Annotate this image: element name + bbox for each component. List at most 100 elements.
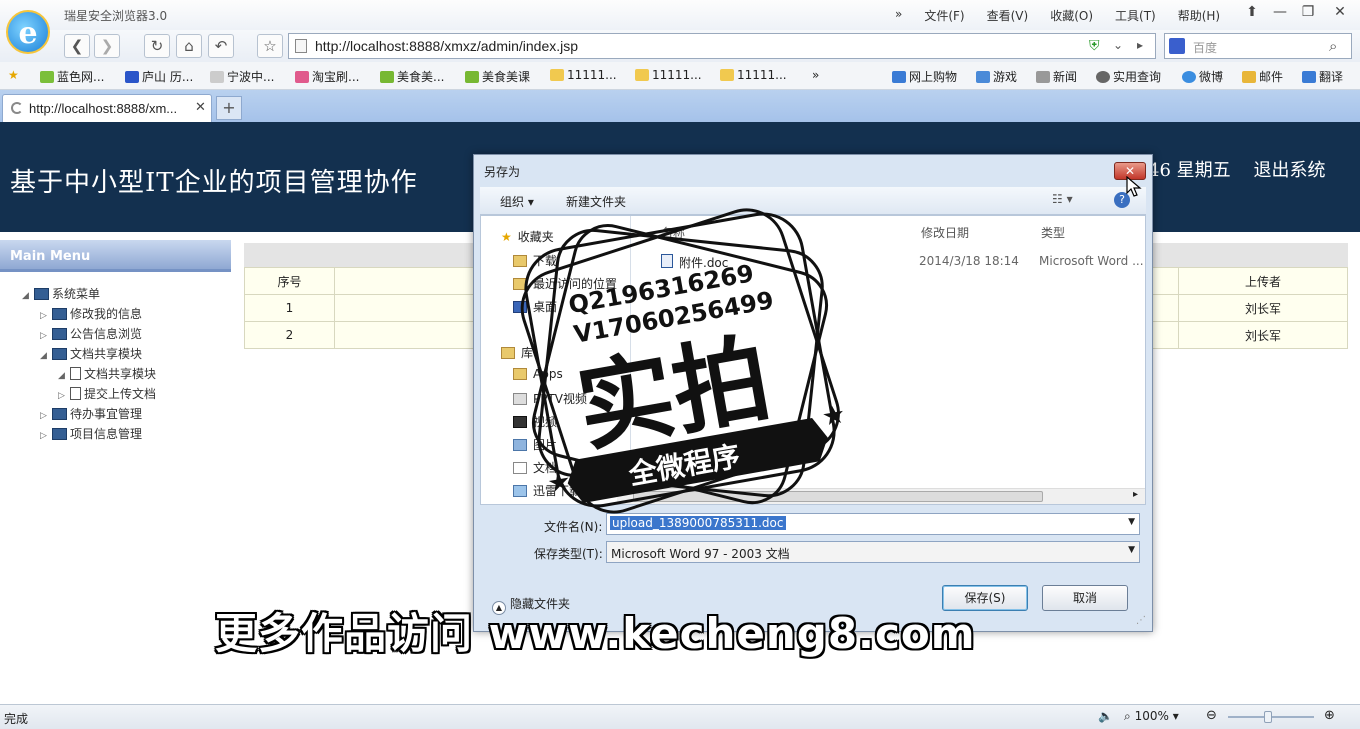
mouse-cursor-icon	[1126, 176, 1142, 197]
col-index-header: 序号	[244, 267, 335, 295]
new-tab-button[interactable]: +	[216, 96, 242, 120]
bookmark-shopping[interactable]: 网上购物	[892, 68, 957, 85]
bookmark-games[interactable]: 游戏	[976, 68, 1017, 85]
menu-view[interactable]: 查看(V)	[987, 7, 1029, 24]
shield-icon: ⛨	[1089, 38, 1100, 54]
tree-item-todo[interactable]: ▷ 待办事宜管理	[40, 405, 142, 422]
column-type[interactable]: 类型	[1041, 224, 1065, 241]
logout-link[interactable]: 退出系统	[1254, 160, 1326, 181]
folder-icon	[34, 288, 49, 300]
favorites-star-icon[interactable]: ★	[8, 68, 19, 82]
bookmark-item[interactable]: 蓝色网...	[40, 68, 104, 85]
address-bar[interactable]: http://localhost:8888/xmxz/admin/index.j…	[288, 33, 1156, 59]
dialog-title: 另存为	[484, 165, 521, 179]
bookmark-item[interactable]: 11111...	[550, 68, 617, 82]
view-options-icon[interactable]: ☷ ▾	[1052, 192, 1073, 206]
tree-item-projects[interactable]: ▷ 项目信息管理	[40, 425, 142, 442]
more-bookmarks-icon[interactable]: »	[812, 68, 819, 82]
search-box[interactable]: 百度 ⌕	[1164, 33, 1352, 59]
tab-active[interactable]: http://localhost:8888/xm... ✕	[2, 94, 212, 122]
dropdown-icon[interactable]: ⌄	[1113, 38, 1123, 52]
close-window-button[interactable]: ✕	[1328, 3, 1352, 23]
scroll-right-icon[interactable]: ▸	[1133, 489, 1138, 500]
folder-icon	[52, 348, 67, 360]
page-title: 基于中小型IT企业的项目管理协作	[10, 168, 418, 198]
search-placeholder: 百度	[1193, 41, 1218, 55]
cancel-button[interactable]: 取消	[1042, 585, 1128, 611]
bookmark-item[interactable]: 11111...	[720, 68, 787, 82]
bookmark-item[interactable]: 淘宝刷...	[295, 68, 359, 85]
zoom-icon: ⌕	[1124, 709, 1131, 723]
tree-item-my-info[interactable]: ▷ 修改我的信息	[40, 305, 142, 322]
baidu-icon	[1169, 38, 1185, 54]
menu-help[interactable]: 帮助(H)	[1178, 7, 1220, 24]
favorite-star-button[interactable]: ☆	[257, 34, 283, 58]
menu-favorites[interactable]: 收藏(O)	[1050, 7, 1093, 24]
search-icon[interactable]: ⌕	[1329, 37, 1337, 55]
resize-grip-icon[interactable]: ⋰	[1136, 615, 1146, 626]
zoom-out-button[interactable]: ⊖	[1206, 708, 1217, 723]
undo-icon: ↶	[214, 37, 228, 55]
menu-bar: » 文件(F) 查看(V) 收藏(O) 工具(T) 帮助(H)	[895, 7, 1242, 24]
bookmark-mail[interactable]: 邮件	[1242, 68, 1283, 85]
chevron-left-icon: ❮	[70, 37, 84, 55]
chevron-down-icon[interactable]: ▼	[1128, 545, 1135, 555]
tree-item-upload-doc[interactable]: ▷ 提交上传文档	[58, 385, 156, 402]
main-menu-title: Main Menu	[10, 249, 91, 264]
pin-icon[interactable]: ⬆	[1240, 3, 1264, 23]
zoom-in-button[interactable]: ⊕	[1324, 708, 1335, 723]
status-bar: 完成 🔈 ⌕ 100% ▾ ⊖ ⊕	[0, 704, 1360, 729]
bookmark-news[interactable]: 新闻	[1036, 68, 1077, 85]
header-date: 46 星期五 退出系统	[1148, 160, 1326, 181]
bookmark-item[interactable]: 美食美...	[380, 68, 444, 85]
filetype-value: Microsoft Word 97 - 2003 文档	[611, 547, 790, 561]
bookmark-item[interactable]: 宁波中...	[210, 68, 274, 85]
refresh-icon: ↻	[150, 37, 164, 55]
tree-item-doc-share-sub[interactable]: ◢ 文档共享模块	[58, 365, 156, 382]
bookmark-weibo[interactable]: 微博	[1182, 68, 1223, 85]
home-button[interactable]: ⌂	[176, 34, 202, 58]
filetype-select[interactable]: Microsoft Word 97 - 2003 文档 ▼	[606, 541, 1140, 563]
tab-close-icon[interactable]: ✕	[195, 100, 206, 115]
menu-more[interactable]: »	[895, 7, 902, 24]
tree-item-notices[interactable]: ▷ 公告信息浏览	[40, 325, 142, 342]
zoom-control[interactable]: ⌕ 100% ▾	[1124, 709, 1179, 724]
chevron-down-icon[interactable]: ▼	[1128, 517, 1135, 527]
file-type: Microsoft Word ...	[1039, 254, 1144, 268]
tree-item-doc-share[interactable]: ◢ 文档共享模块	[40, 345, 142, 362]
menu-tools[interactable]: 工具(T)	[1115, 7, 1156, 24]
tree-item-system-menu[interactable]: ◢ 系统菜单	[22, 285, 100, 302]
star-icon: ☆	[263, 37, 277, 55]
forward-button[interactable]: ❯	[94, 34, 120, 58]
col-uploader-header: 上传者	[1178, 267, 1348, 295]
folder-icon	[52, 328, 67, 340]
column-modified[interactable]: 修改日期	[921, 224, 969, 241]
row-uploader: 刘长军	[1178, 321, 1348, 349]
bookmark-translate[interactable]: 翻译	[1302, 68, 1343, 85]
row-uploader: 刘长军	[1178, 294, 1348, 322]
back-button[interactable]: ❮	[64, 34, 90, 58]
bookmark-item[interactable]: 美食美课	[465, 68, 530, 85]
chevron-right-icon: ❯	[100, 37, 114, 55]
status-text: 完成	[4, 712, 29, 726]
bookmark-query[interactable]: 实用查询	[1096, 68, 1161, 85]
folder-icon	[52, 408, 67, 420]
document-icon	[70, 367, 81, 380]
main-menu-header: Main Menu	[0, 240, 231, 272]
speaker-icon[interactable]: 🔈	[1098, 709, 1113, 723]
address-text: http://localhost:8888/xmxz/admin/index.j…	[315, 38, 579, 54]
zoom-slider-thumb[interactable]	[1264, 711, 1272, 723]
site-watermark: 更多作品访问 www.kecheng8.com	[215, 609, 976, 658]
minimize-button[interactable]: —	[1268, 3, 1292, 23]
bookmark-item[interactable]: 11111...	[635, 68, 702, 82]
filetype-label: 保存类型(T):	[534, 547, 603, 561]
refresh-button[interactable]: ↻	[144, 34, 170, 58]
bookmark-item[interactable]: 庐山 历...	[125, 68, 193, 85]
stamp-watermark: Q2196316269 V17060256499 实拍 全微程序 ★ ★	[520, 208, 848, 514]
restore-button[interactable]: ❐	[1296, 3, 1320, 23]
go-icon[interactable]: ▸	[1137, 38, 1143, 52]
menu-file[interactable]: 文件(F)	[924, 7, 964, 24]
undo-button[interactable]: ↶	[208, 34, 234, 58]
row-index: 1	[244, 294, 335, 322]
star-icon: ★	[545, 466, 573, 500]
